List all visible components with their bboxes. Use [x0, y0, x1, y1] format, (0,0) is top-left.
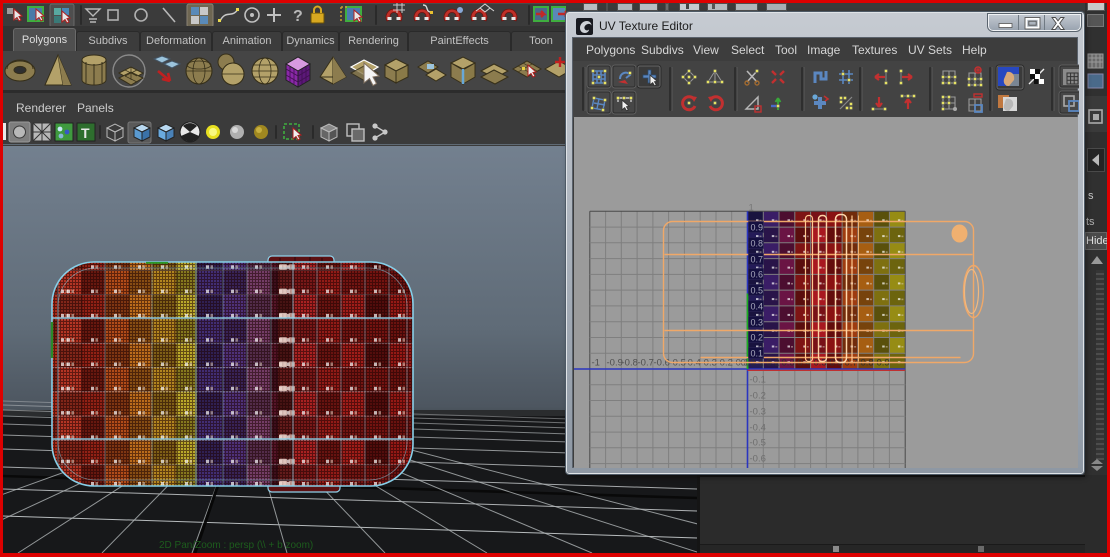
svg-text:-0.9: -0.9 — [607, 358, 623, 369]
svg-text:0.7: 0.7 — [751, 255, 764, 265]
svg-text:-0.8: -0.8 — [622, 358, 638, 369]
svg-text:0.3: 0.3 — [751, 318, 764, 328]
svg-text:-0.7: -0.7 — [638, 358, 654, 369]
svg-text:0.1: 0.1 — [751, 349, 764, 359]
svg-text:-0.5: -0.5 — [750, 438, 766, 449]
svg-text:1: 1 — [749, 203, 754, 214]
svg-text:0.9: 0.9 — [751, 223, 764, 233]
svg-text:0.4: 0.4 — [751, 302, 764, 312]
svg-text:-0.6: -0.6 — [654, 358, 670, 369]
svg-text:0.8: 0.8 — [751, 239, 764, 249]
svg-text:?: ? — [293, 8, 303, 25]
svg-text:-0.2: -0.2 — [750, 391, 766, 402]
svg-text:0.5: 0.5 — [751, 286, 764, 296]
svg-text:T: T — [81, 125, 90, 141]
svg-text:0.2: 0.2 — [751, 333, 764, 343]
svg-text:-0.6: -0.6 — [750, 454, 766, 465]
svg-text:-0.4: -0.4 — [750, 423, 766, 434]
svg-text:-1: -1 — [592, 358, 600, 369]
svg-text:-0.1: -0.1 — [750, 375, 766, 386]
svg-text:0.6: 0.6 — [751, 270, 764, 280]
svg-text:-0.3: -0.3 — [750, 407, 766, 418]
